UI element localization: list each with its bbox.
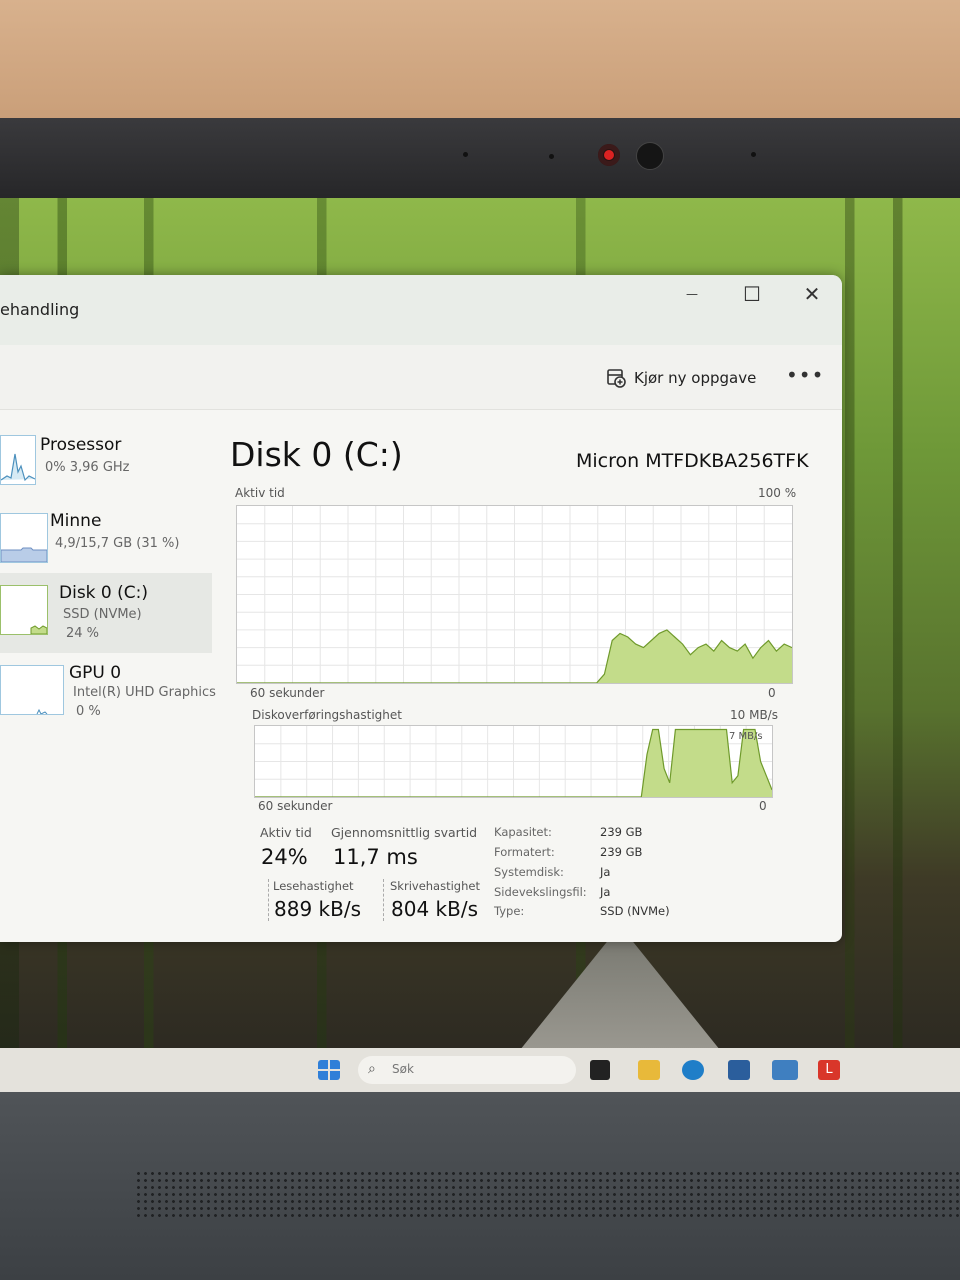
- graph2-secondary-label: 7 MB/s: [729, 731, 763, 742]
- sidebar-item-detail: 4,9/15,7 GB (31 %): [55, 536, 180, 551]
- sidebar-item-usage: 24 %: [66, 626, 100, 641]
- sidebar-item-label: Prosessor: [40, 435, 122, 455]
- search-icon: ⌕: [368, 1061, 376, 1077]
- sidebar-item-label: Disk 0 (C:): [59, 583, 149, 603]
- file-explorer-icon[interactable]: [638, 1060, 660, 1080]
- prop-key: Kapasitet:: [494, 825, 552, 839]
- read-speed-label: Lesehastighet: [273, 879, 354, 893]
- avg-response-value: 11,7 ms: [333, 845, 418, 869]
- active-time-label: Aktiv tid: [260, 825, 312, 840]
- graph1-min-label: 0: [768, 686, 776, 700]
- graph2-min-label: 0: [759, 799, 767, 813]
- disk-model: Micron MTFDKBA256TFK: [576, 450, 809, 472]
- memory-thumbnail: [0, 513, 48, 563]
- wallpaper-path: [520, 938, 720, 1050]
- sidebar-item-usage: 0 %: [76, 704, 101, 719]
- sidebar-item-disk0[interactable]: Disk 0 (C:) SSD (NVMe) 24 %: [0, 583, 210, 653]
- task-manager-window: ehandling — ☐ ✕ Kjør ny oppgave ••• Pros…: [0, 275, 842, 942]
- search-placeholder: Søk: [392, 1062, 414, 1076]
- graph1-label: Aktiv tid: [235, 486, 285, 500]
- laptop-bezel: [0, 118, 960, 200]
- store-icon[interactable]: [728, 1060, 750, 1080]
- sidebar-item-gpu0[interactable]: GPU 0 Intel(R) UHD Graphics 0 %: [0, 663, 216, 723]
- write-speed-value: 804 kB/s: [391, 897, 478, 921]
- active-time-graph: [236, 505, 793, 684]
- maximize-button[interactable]: ☐: [722, 279, 782, 309]
- prop-value: Ja: [600, 865, 611, 879]
- sidebar-item-label: GPU 0: [69, 663, 122, 683]
- laptop-base: [0, 1092, 960, 1280]
- task-view-icon[interactable]: [590, 1060, 610, 1080]
- prop-key: Formatert:: [494, 845, 555, 859]
- transfer-rate-graph: 7 MB/s: [254, 725, 773, 798]
- sidebar-item-processor[interactable]: Prosessor 0% 3,96 GHz: [0, 433, 210, 493]
- separator: [268, 879, 269, 921]
- prop-key: Sidevekslingsfil:: [494, 885, 587, 899]
- prop-key: Systemdisk:: [494, 865, 564, 879]
- run-new-task-label: Kjør ny oppgave: [634, 369, 757, 387]
- graph1-max-label: 100 %: [758, 486, 797, 500]
- write-speed-label: Skrivehastighet: [390, 879, 480, 893]
- graph1-time-label: 60 sekunder: [250, 686, 325, 700]
- separator: [383, 879, 384, 921]
- prop-value: 239 GB: [600, 845, 643, 859]
- speaker-grille: [135, 1170, 960, 1218]
- sensor-dot-icon: [549, 154, 554, 159]
- wall-background: [0, 0, 960, 125]
- disk-thumbnail: [0, 585, 48, 635]
- processor-thumbnail: [0, 435, 36, 485]
- sensor-dot-icon: [751, 152, 756, 157]
- close-button[interactable]: ✕: [782, 279, 842, 309]
- command-bar: Kjør ny oppgave •••: [0, 345, 842, 410]
- sidebar-item-memory[interactable]: Minne 4,9/15,7 GB (31 %): [0, 511, 210, 571]
- window-title: ehandling: [0, 300, 80, 319]
- webcam-indicator-icon: [598, 144, 620, 166]
- page-title: Disk 0 (C:): [230, 435, 403, 474]
- graph2-time-label: 60 sekunder: [258, 799, 333, 813]
- avg-response-label: Gjennomsnittlig svartid: [331, 825, 478, 840]
- app-l-icon[interactable]: L: [818, 1060, 840, 1080]
- run-task-icon: [607, 369, 626, 388]
- read-speed-value: 889 kB/s: [274, 897, 361, 921]
- webcam-lens-icon: [636, 142, 664, 170]
- prop-key: Type:: [494, 904, 525, 918]
- sensor-dot-icon: [463, 152, 468, 157]
- prop-value: SSD (NVMe): [600, 904, 670, 918]
- graph2-label: Diskoverføringshastighet: [252, 708, 402, 722]
- sidebar-item-detail: 0% 3,96 GHz: [45, 460, 130, 475]
- more-options-button[interactable]: •••: [786, 363, 824, 387]
- graph2-max-label: 10 MB/s: [730, 708, 778, 722]
- active-time-value: 24%: [261, 845, 308, 869]
- sidebar-item-label: Minne: [50, 511, 102, 531]
- task-manager-taskbar-icon[interactable]: [772, 1060, 798, 1080]
- sidebar-item-detail: Intel(R) UHD Graphics: [73, 685, 216, 700]
- sidebar-item-detail: SSD (NVMe): [63, 607, 142, 622]
- prop-value: 239 GB: [600, 825, 643, 839]
- gpu-thumbnail: [0, 665, 64, 715]
- taskbar-search-box[interactable]: ⌕ Søk: [358, 1056, 576, 1084]
- start-button[interactable]: [318, 1060, 340, 1080]
- edge-browser-icon[interactable]: [682, 1060, 704, 1080]
- prop-value: Ja: [600, 885, 611, 899]
- title-bar: ehandling — ☐ ✕: [0, 275, 842, 345]
- minimize-button[interactable]: —: [662, 279, 722, 309]
- run-new-task-button[interactable]: Kjør ny oppgave: [606, 364, 756, 392]
